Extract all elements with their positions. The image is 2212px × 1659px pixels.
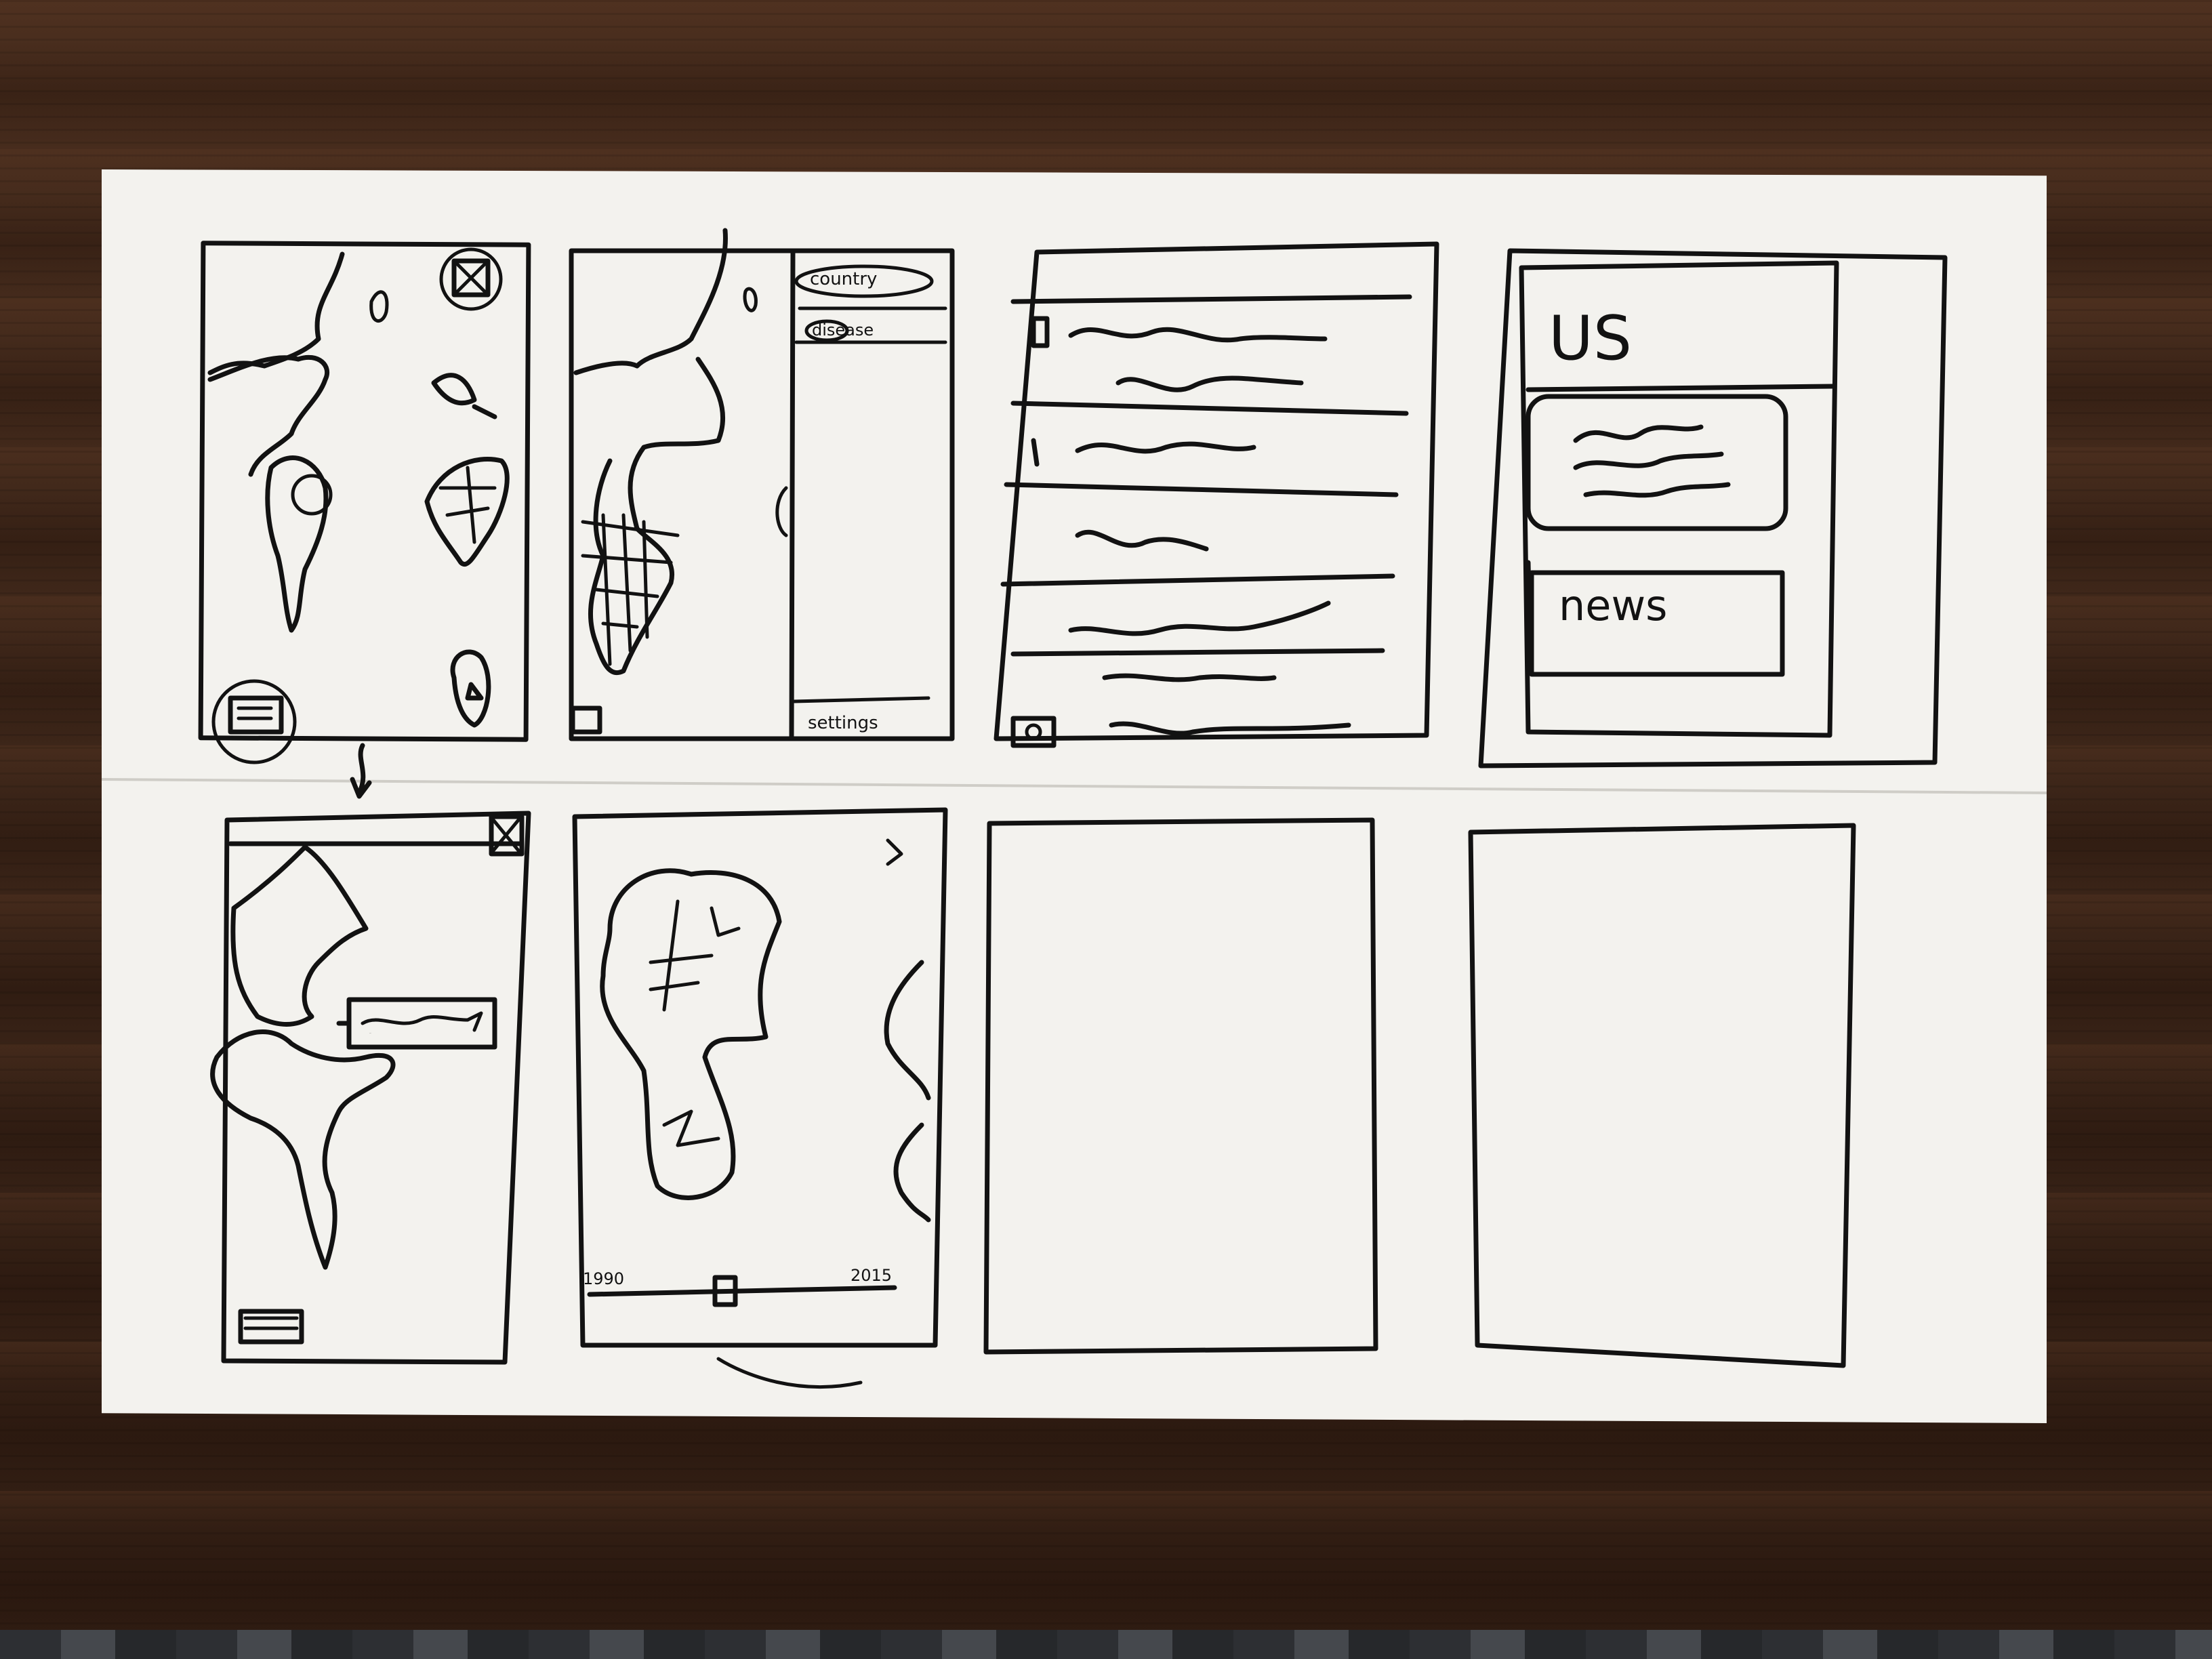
frame-2-menu-settings: settings <box>808 713 878 733</box>
frame-4-news-label: news <box>1559 581 1667 630</box>
frame-2-side-menu: country disease settings <box>569 228 955 741</box>
paper-fold-line <box>101 778 2047 794</box>
frame-6-year-end: 2015 <box>851 1266 892 1285</box>
wireframe-sketch: country disease settings US news news 19… <box>101 228 2047 1389</box>
frame-4-heading-us: US <box>1549 303 1632 374</box>
frame-2-menu-item-disease: disease <box>812 321 874 340</box>
frame-6-timeline: 1990 2015 <box>572 807 948 1389</box>
frame-3-list <box>994 241 1439 748</box>
frame-6-year-start: 1990 <box>583 1269 624 1288</box>
frame-8-blank <box>1468 823 1856 1368</box>
frame-7-blank <box>983 817 1378 1355</box>
frame-5-news-label: news <box>369 1033 371 1034</box>
frame-5-news-callout: news <box>210 811 531 1365</box>
frame-4-country-detail: US news <box>1478 248 1948 769</box>
frame-2-menu-item-country: country <box>810 269 877 289</box>
frame-1-world-map <box>198 241 531 799</box>
